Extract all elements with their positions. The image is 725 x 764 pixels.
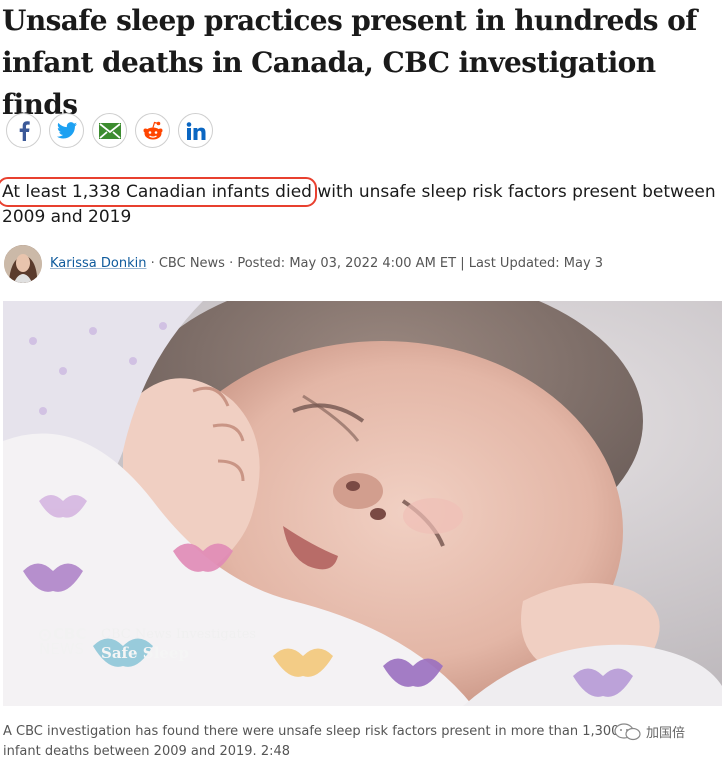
author-avatar[interactable] (4, 245, 42, 283)
twitter-icon (56, 122, 77, 139)
video-overlay-title: Safe Sleep (101, 644, 189, 662)
video-thumbnail[interactable]: CBC NEWS CBC News Investigates Safe Slee… (3, 301, 722, 706)
share-twitter-button[interactable] (49, 113, 84, 148)
cbc-gem-icon (39, 628, 51, 641)
share-linkedin-button[interactable] (178, 113, 213, 148)
author-link[interactable]: Karissa Donkin (50, 256, 146, 271)
share-reddit-button[interactable] (135, 113, 170, 148)
video-caption: A CBC investigation has found there were… (3, 724, 620, 759)
byline-meta: · CBC News · Posted: May 03, 2022 4:00 A… (146, 256, 604, 271)
reddit-icon (143, 121, 162, 139)
video-overlay-series: CBC News Investigates (101, 627, 257, 642)
facebook-icon (19, 120, 30, 141)
wechat-watermark: 加国倍 (614, 722, 685, 741)
dek-highlighted-phrase: At least 1,338 Canadian infants died (0, 177, 317, 207)
watermark-text: 加国倍 (646, 726, 686, 741)
logo-line2: NEWS (39, 640, 85, 658)
share-facebook-button[interactable] (6, 113, 41, 148)
wechat-icon (614, 722, 641, 740)
linkedin-icon (186, 121, 205, 140)
byline-text: Karissa Donkin · CBC News · Posted: May … (50, 256, 603, 271)
cbc-news-logo: CBC NEWS (39, 627, 86, 657)
share-email-button[interactable] (92, 113, 127, 148)
email-icon (98, 122, 121, 139)
article-headline: Unsafe sleep practices present in hundre… (2, 4, 697, 121)
byline: Karissa Donkin · CBC News · Posted: May … (4, 245, 724, 285)
article-subheadline: At least 1,338 Canadian infants died wit… (0, 177, 717, 230)
